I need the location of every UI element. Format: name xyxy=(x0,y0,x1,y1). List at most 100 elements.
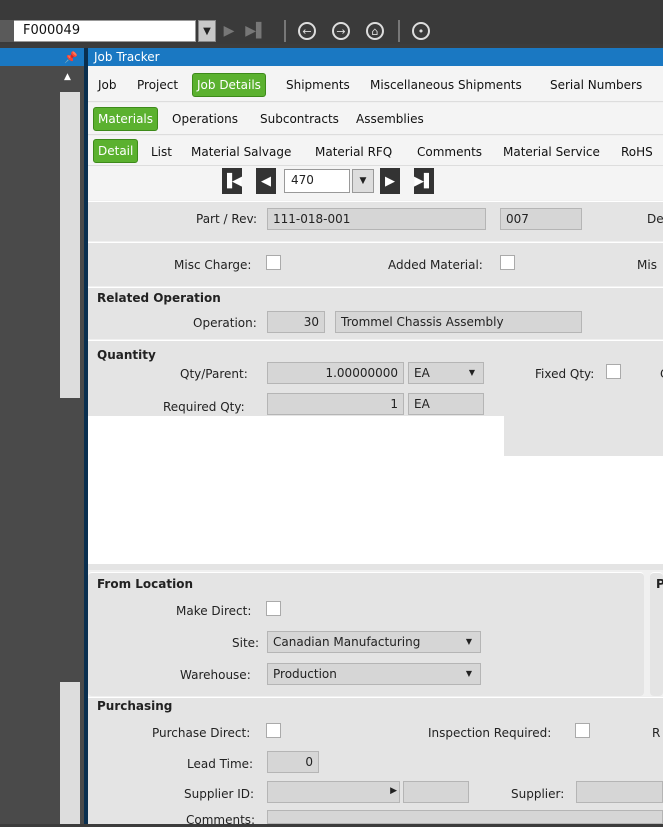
chevron-left-icon: ◀ xyxy=(261,173,271,189)
required-qty-label: Required Qty: xyxy=(163,400,245,414)
toolbar-divider xyxy=(284,20,286,42)
scroll-up-icon[interactable]: ▲ xyxy=(64,72,76,88)
play-icon: ▶ xyxy=(223,23,235,39)
previous-record-button[interactable]: ◀ xyxy=(256,168,276,194)
tab-project[interactable]: Project xyxy=(133,74,182,98)
last-record-button[interactable]: ▶▌ xyxy=(244,20,268,42)
added-material-label: Added Material: xyxy=(388,258,483,272)
misc-charge-checkbox[interactable] xyxy=(266,255,281,270)
tab-assemblies[interactable]: Assemblies xyxy=(352,108,428,132)
related-operation-header: Related Operation xyxy=(97,291,221,305)
tab-subcontracts[interactable]: Subcontracts xyxy=(256,108,343,132)
supplier-id-label: Supplier ID: xyxy=(184,787,255,801)
inspection-required-label: Inspection Required: xyxy=(428,726,552,740)
operation-description-field: Trommel Chassis Assembly xyxy=(335,311,582,333)
back-button[interactable]: ← xyxy=(298,22,316,40)
qty-parent-uom-select[interactable]: EA ▼ xyxy=(408,362,484,384)
blank-area xyxy=(88,416,504,456)
next-record-nav-button[interactable]: ▶ xyxy=(380,168,400,194)
misc-partial-label: Mis xyxy=(637,258,657,272)
comments-field[interactable] xyxy=(267,810,663,824)
tab-rohs[interactable]: RoHS xyxy=(617,141,657,165)
from-location-header: From Location xyxy=(97,577,194,591)
job-number-input[interactable]: F000049 xyxy=(0,20,196,42)
site-label: Site: xyxy=(232,636,260,650)
tab-operations[interactable]: Operations xyxy=(168,108,242,132)
supplier-id-secondary-field xyxy=(403,781,469,803)
job-dropdown-button[interactable]: ▼ xyxy=(198,20,216,42)
action-button[interactable]: • xyxy=(412,22,430,40)
circle-dot-icon: • xyxy=(417,24,425,38)
tab-list[interactable]: List xyxy=(147,141,176,165)
lead-time-label: Lead Time: xyxy=(187,757,254,771)
right-panel-partial-header: P xyxy=(656,577,663,591)
window-title: Job Tracker xyxy=(84,48,663,66)
arrow-left-icon: ← xyxy=(302,24,312,38)
tab-shipments[interactable]: Shipments xyxy=(282,74,354,98)
operation-label: Operation: xyxy=(193,316,257,330)
skip-end-icon: ▶▌ xyxy=(414,173,434,189)
tab-materials[interactable]: Materials xyxy=(93,107,159,131)
qty-parent-field[interactable]: 1.00000000 xyxy=(267,362,404,384)
supplier-label: Supplier: xyxy=(511,787,565,801)
supplier-name-field xyxy=(576,781,663,803)
tab-material-salvage[interactable]: Material Salvage xyxy=(187,141,295,165)
purchase-direct-label: Purchase Direct: xyxy=(152,726,251,740)
chevron-down-icon: ▼ xyxy=(359,176,367,186)
chevron-right-icon: ▶ xyxy=(385,173,395,189)
description-label: De xyxy=(647,212,663,226)
lead-time-field[interactable]: 0 xyxy=(267,751,319,773)
site-select[interactable]: Canadian Manufacturing ▼ xyxy=(267,631,481,653)
qty-parent-label: Qty/Parent: xyxy=(180,367,248,381)
operation-number-field[interactable]: 30 xyxy=(267,311,325,333)
revision-field[interactable]: 007 xyxy=(500,208,582,230)
tab-row-secondary: Materials Operations Subcontracts Assemb… xyxy=(88,103,663,135)
job-input-prefix xyxy=(0,20,14,42)
part-rev-label: Part / Rev: xyxy=(196,212,258,226)
tab-misc-shipments[interactable]: Miscellaneous Shipments xyxy=(366,74,526,98)
warehouse-label: Warehouse: xyxy=(180,668,251,682)
forward-button[interactable]: → xyxy=(332,22,350,40)
tab-material-service[interactable]: Material Service xyxy=(499,141,604,165)
record-nav-bar xyxy=(88,166,663,200)
required-qty-field[interactable]: 1 xyxy=(267,393,404,415)
tab-row-primary: Job Project Job Details Shipments Miscel… xyxy=(88,66,663,102)
tab-comments[interactable]: Comments xyxy=(413,141,486,165)
blank-area xyxy=(88,456,663,564)
purchase-direct-checkbox[interactable] xyxy=(266,723,281,738)
home-button[interactable]: ⌂ xyxy=(366,22,384,40)
fixed-qty-checkbox[interactable] xyxy=(606,364,621,379)
first-record-button[interactable]: ▐◀ xyxy=(222,168,242,194)
tab-serial-numbers[interactable]: Serial Numbers xyxy=(546,74,646,98)
purchasing-partial-label: R xyxy=(652,726,661,740)
scrollbar-thumb[interactable] xyxy=(60,92,80,398)
scrollbar-thumb[interactable] xyxy=(60,682,80,824)
make-direct-checkbox[interactable] xyxy=(266,601,281,616)
tab-detail[interactable]: Detail xyxy=(93,139,139,163)
tab-material-rfq[interactable]: Material RFQ xyxy=(311,141,396,165)
next-record-button[interactable]: ▶ xyxy=(220,20,238,42)
record-number-input[interactable]: 470 xyxy=(284,169,350,193)
inspection-required-checkbox[interactable] xyxy=(575,723,590,738)
tab-job[interactable]: Job xyxy=(94,74,121,98)
make-direct-label: Make Direct: xyxy=(176,604,252,618)
last-record-nav-button[interactable]: ▶▌ xyxy=(414,168,434,194)
skip-end-icon: ▶▌ xyxy=(245,23,267,39)
tab-job-details[interactable]: Job Details xyxy=(192,73,266,97)
warehouse-select[interactable]: Production ▼ xyxy=(267,663,481,685)
purchasing-panel xyxy=(88,697,663,824)
chevron-down-icon: ▼ xyxy=(203,25,211,37)
supplier-id-field[interactable]: ▶ xyxy=(267,781,400,803)
pin-icon[interactable]: 📌 xyxy=(64,48,78,66)
fixed-qty-label: Fixed Qty: xyxy=(535,367,595,381)
caret-right-icon: ▶ xyxy=(390,786,397,796)
arrow-right-icon: → xyxy=(336,24,346,38)
part-number-field[interactable]: 111-018-001 xyxy=(267,208,486,230)
record-dropdown-button[interactable]: ▼ xyxy=(352,169,374,193)
chevron-down-icon: ▼ xyxy=(468,368,475,377)
home-icon: ⌂ xyxy=(371,24,379,38)
added-material-checkbox[interactable] xyxy=(500,255,515,270)
quantity-header: Quantity xyxy=(97,348,156,362)
purchasing-header: Purchasing xyxy=(97,699,173,713)
chevron-down-icon: ▼ xyxy=(465,637,472,646)
